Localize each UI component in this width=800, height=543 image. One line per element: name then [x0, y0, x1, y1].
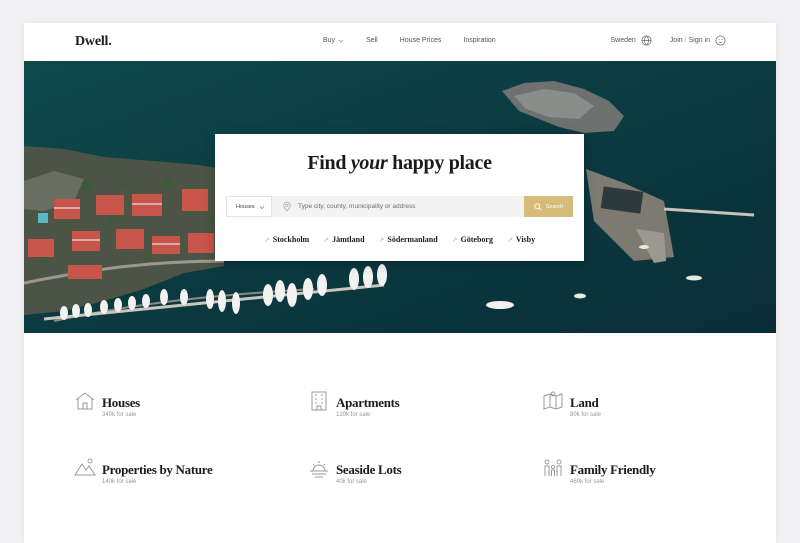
- nav-item-sell[interactable]: Sell: [366, 37, 378, 44]
- category-count: 340k for sale: [102, 412, 137, 418]
- nav-item-label: Sell: [366, 37, 378, 44]
- category-title: Family Friendly: [570, 462, 656, 477]
- building-icon: [311, 391, 327, 411]
- account-link[interactable]: Join / Sign in: [670, 35, 726, 46]
- search-button[interactable]: Search: [524, 196, 573, 217]
- category-title: Land: [570, 395, 599, 410]
- place-link-goteborg[interactable]: ↗ Göteborg: [452, 235, 493, 244]
- nav-item-inspiration[interactable]: Inspiration: [463, 37, 495, 44]
- place-link-visby[interactable]: ↗ Visby: [507, 235, 535, 244]
- category-title: Apartments: [336, 395, 400, 410]
- arrow-icon: ↗: [323, 236, 330, 244]
- place-link-stockholm[interactable]: ↗ Stockholm: [264, 235, 309, 244]
- category-count: 140k for sale: [102, 479, 137, 485]
- place-label: Jämtland: [332, 235, 365, 244]
- house-icon: [75, 392, 95, 410]
- signin-link[interactable]: Sign in: [689, 37, 710, 44]
- arrow-icon: ↗: [506, 236, 513, 244]
- headline-post: happy place: [392, 152, 492, 174]
- page: Dwell. Buy Sell House Prices Inspiration…: [24, 23, 776, 543]
- property-type-value: Houses: [236, 203, 255, 210]
- place-label: Södermanland: [387, 235, 438, 244]
- category-properties-by-nature[interactable]: Properties by Nature 140k for sale: [74, 457, 274, 497]
- category-houses[interactable]: Houses 340k for sale: [74, 390, 274, 430]
- arrow-icon: ↗: [378, 236, 385, 244]
- mountain-icon: [74, 458, 96, 476]
- place-link-jamtland[interactable]: ↗ Jämtland: [323, 235, 364, 244]
- headline-em: your: [350, 152, 388, 174]
- family-icon: [544, 459, 562, 476]
- map-icon: [543, 391, 563, 410]
- category-count: 460k for sale: [570, 479, 605, 485]
- popular-places: ↗ Stockholm ↗ Jämtland ↗ Södermanland ↗ Göte…: [215, 235, 584, 244]
- search-card: Find your happy place Houses Search ↗Sto…: [215, 134, 584, 261]
- place-label: Göteborg: [460, 235, 493, 244]
- category-title: Houses: [102, 395, 140, 410]
- hero-headline: Find your happy place: [215, 152, 584, 175]
- globe-icon: [641, 35, 652, 46]
- country-label: Sweden: [610, 37, 636, 44]
- category-seaside-lots[interactable]: Seaside Lots 40k for sale: [308, 457, 508, 497]
- category-title: Seaside Lots: [336, 462, 402, 477]
- category-family-friendly[interactable]: Family Friendly 460k for sale: [542, 457, 742, 497]
- nav-item-house-prices[interactable]: House Prices: [400, 37, 442, 44]
- main-nav: Buy Sell House Prices Inspiration: [323, 37, 518, 44]
- arrow-icon: ↗: [451, 236, 458, 244]
- hero: Find your happy place Houses Search ↗Sto…: [24, 61, 776, 333]
- search-bar: Houses Search: [226, 196, 573, 217]
- chevron-down-icon: [338, 39, 344, 43]
- right-nav: Sweden Join / Sign in: [611, 35, 727, 46]
- nav-item-label: Inspiration: [463, 37, 496, 44]
- categories-section: Houses 340k for sale Apartments 120k for…: [24, 333, 776, 543]
- place-label: Stockholm: [272, 235, 310, 244]
- headline-pre: Find: [307, 152, 347, 174]
- category-count: 40k for sale: [336, 479, 368, 485]
- separator: /: [684, 37, 687, 44]
- category-title: Properties by Nature: [102, 462, 213, 477]
- join-link[interactable]: Join: [670, 37, 683, 44]
- header: Dwell. Buy Sell House Prices Inspiration…: [24, 23, 776, 61]
- sunset-icon: [310, 461, 328, 478]
- country-selector[interactable]: Sweden: [611, 35, 652, 46]
- search-input[interactable]: [298, 196, 522, 217]
- category-count: 80k for sale: [570, 412, 602, 418]
- category-apartments[interactable]: Apartments 120k for sale: [308, 390, 508, 430]
- logo[interactable]: Dwell.: [75, 34, 112, 50]
- category-count: 120k for sale: [336, 412, 371, 418]
- location-pin-icon: [283, 201, 291, 212]
- smiley-icon: [715, 35, 726, 46]
- arrow-icon: ↗: [263, 236, 270, 244]
- place-link-sodermanland[interactable]: ↗ Södermanland: [379, 235, 438, 244]
- search-icon: [534, 202, 542, 211]
- search-button-label: Search: [545, 203, 564, 210]
- nav-item-buy[interactable]: Buy: [323, 37, 344, 44]
- nav-item-label: House Prices: [399, 37, 442, 44]
- chevron-down-icon: [259, 206, 265, 210]
- category-land[interactable]: Land 80k for sale: [542, 390, 742, 430]
- property-type-select[interactable]: Houses: [226, 196, 272, 217]
- nav-item-label: Buy: [323, 37, 336, 44]
- place-label: Visby: [515, 235, 536, 244]
